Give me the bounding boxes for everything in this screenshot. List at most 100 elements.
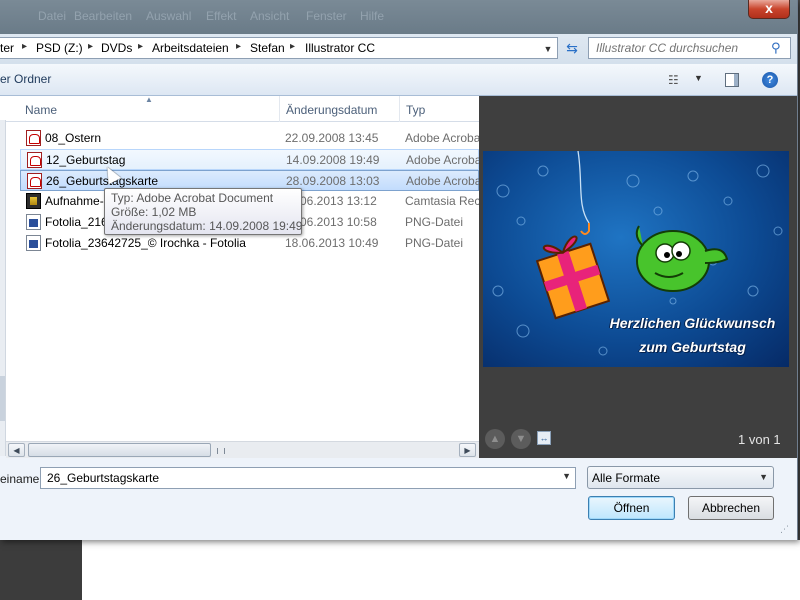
column-date[interactable]: Änderungsdatum <box>286 103 377 117</box>
close-icon: x <box>765 0 773 16</box>
file-name: Fotolia_23642725_© Irochka - Fotolia <box>45 236 246 250</box>
file-date: 14.09.2008 19:49 <box>286 153 380 167</box>
column-divider[interactable] <box>279 96 280 122</box>
tooltip-type: Typ: Adobe Acrobat Document <box>111 191 274 205</box>
png-file-icon <box>26 214 41 230</box>
dialog-footer: einame: ▼ Alle Formate ▼ Öffnen Abbreche… <box>0 458 797 540</box>
file-format-select[interactable]: Alle Formate ▼ <box>587 466 774 489</box>
scrollbar-thumb[interactable] <box>0 376 5 421</box>
breadcrumb[interactable]: ter ▸ PSD (Z:) ▸ DVDs ▸ Arbeitsdateien ▸… <box>0 37 558 59</box>
pdf-icon <box>27 152 42 168</box>
cancel-button[interactable]: Abbrechen <box>688 496 774 520</box>
file-type: PNG-Datei <box>405 236 464 250</box>
file-date: 28.09.2008 13:03 <box>286 174 380 188</box>
close-button[interactable]: x <box>748 0 790 19</box>
horizontal-scrollbar[interactable]: ◀ ▶ <box>6 441 479 458</box>
breadcrumb-item[interactable]: Illustrator CC <box>305 41 375 55</box>
filename-combobox[interactable]: ▼ <box>40 467 576 489</box>
new-folder-button[interactable]: er Ordner <box>0 72 51 86</box>
file-name: 26_Geburtstagskarte <box>46 174 159 188</box>
search-box[interactable]: ⚲ <box>588 37 791 59</box>
pdf-icon <box>26 130 41 146</box>
card-greeting-line: Herzlichen Glückwunsch <box>609 315 776 331</box>
file-date: 06.2013 13:12 <box>300 194 377 208</box>
chevron-down-icon[interactable]: ▼ <box>694 73 703 83</box>
faint-menu-item: Effekt <box>206 9 237 23</box>
breadcrumb-item[interactable]: DVDs <box>101 41 132 55</box>
previous-page-icon[interactable]: ▲ <box>485 429 505 449</box>
file-type: PNG-Datei <box>405 215 464 229</box>
view-options-icon[interactable]: ☷ <box>668 73 684 87</box>
breadcrumb-item[interactable]: Arbeitsdateien <box>152 41 229 55</box>
grip-icon <box>217 448 225 454</box>
breadcrumb-item[interactable]: ter <box>0 41 14 55</box>
file-type: Adobe Acrobat Document <box>405 131 479 145</box>
preview-pane-icon[interactable] <box>725 73 739 87</box>
file-name: Fotolia_216 <box>45 215 108 229</box>
column-divider[interactable] <box>399 96 400 122</box>
file-format-value: Alle Formate <box>592 471 661 485</box>
scroll-left-button[interactable]: ◀ <box>8 443 25 457</box>
birthday-card-preview: Herzlichen Glückwunsch zum Geburtstag <box>483 151 789 367</box>
resize-grip-icon[interactable]: ⋰ <box>780 524 792 536</box>
file-name: 08_Ostern <box>45 131 102 145</box>
card-greeting: Herzlichen Glückwunsch zum Geburtstag <box>600 311 785 359</box>
file-row[interactable]: 12_Geburtstag 14.09.2008 19:49 Adobe Acr… <box>20 149 480 170</box>
scrollbar-thumb[interactable] <box>28 443 225 457</box>
file-date: 18.06.2013 10:49 <box>285 236 379 250</box>
column-name[interactable]: Name <box>25 103 57 117</box>
filename-label: einame: <box>0 472 43 486</box>
app-tool-strip <box>0 540 82 600</box>
refresh-icon: ⇆ <box>566 40 578 56</box>
toolbar: er Ordner ☷ ▼ ? <box>0 64 797 96</box>
address-row: ter ▸ PSD (Z:) ▸ DVDs ▸ Arbeitsdateien ▸… <box>0 34 797 64</box>
file-row[interactable]: 08_Ostern 22.09.2008 13:45 Adobe Acrobat… <box>20 128 479 149</box>
video-file-icon <box>26 193 41 209</box>
chevron-right-icon[interactable]: ▸ <box>22 41 27 52</box>
chevron-right-icon[interactable]: ▸ <box>88 41 93 52</box>
chevron-down-icon[interactable]: ▼ <box>562 471 571 481</box>
app-canvas <box>82 540 800 600</box>
column-header: ▲ Name Änderungsdatum Typ <box>0 95 479 122</box>
breadcrumb-item[interactable]: PSD (Z:) <box>36 41 83 55</box>
sort-arrow-icon: ▲ <box>145 95 153 104</box>
file-date: 06.2013 10:58 <box>300 215 377 229</box>
fit-to-window-icon[interactable]: ↔ <box>537 431 551 445</box>
faint-menu-item: Fenster <box>306 9 347 23</box>
open-file-dialog: Datei Bearbeiten Auswahl Effekt Ansicht … <box>0 0 798 540</box>
file-list: ▲ Name Änderungsdatum Typ 08_Ostern 22.0… <box>0 95 480 456</box>
filename-input[interactable] <box>47 470 547 486</box>
dialog-titlebar: Datei Bearbeiten Auswahl Effekt Ansicht … <box>0 0 797 34</box>
file-row[interactable]: Fotolia_23642725_© Irochka - Fotolia 18.… <box>20 233 479 254</box>
breadcrumb-item[interactable]: Stefan <box>250 41 285 55</box>
open-button[interactable]: Öffnen <box>588 496 675 520</box>
tooltip-size: Größe: 1,02 MB <box>111 205 197 219</box>
card-greeting-line: zum Geburtstag <box>639 339 746 355</box>
faint-menu-item: Ansicht <box>250 9 290 23</box>
chevron-right-icon[interactable]: ▸ <box>138 41 143 52</box>
png-file-icon <box>26 235 41 251</box>
chevron-right-icon[interactable]: ▸ <box>236 41 241 52</box>
scroll-right-button[interactable]: ▶ <box>459 443 476 457</box>
file-type: Adobe Acrobat Document <box>406 153 480 167</box>
file-type: Camtasia Recording <box>405 194 479 208</box>
file-type: Adobe Acrobat Document <box>406 174 480 188</box>
navigation-pane-scrollbar[interactable] <box>0 120 6 456</box>
pdf-icon <box>27 173 42 189</box>
file-name: Aufnahme- <box>45 194 104 208</box>
page-counter: 1 von 1 <box>738 432 781 447</box>
chevron-right-icon[interactable]: ▸ <box>290 41 295 52</box>
search-icon[interactable]: ⚲ <box>771 40 785 56</box>
next-page-icon[interactable]: ▼ <box>511 429 531 449</box>
chevron-down-icon[interactable]: ▼ <box>540 41 556 57</box>
search-input[interactable] <box>596 40 766 56</box>
faint-menu-item: Auswahl <box>146 9 192 23</box>
file-date: 22.09.2008 13:45 <box>285 131 379 145</box>
faint-menu-item: Hilfe <box>360 9 385 23</box>
refresh-button[interactable]: ⇆ <box>560 37 584 59</box>
column-type[interactable]: Typ <box>406 103 425 117</box>
tooltip-modified: Änderungsdatum: 14.09.2008 19:49 <box>111 219 303 233</box>
help-icon[interactable]: ? <box>762 72 778 88</box>
chevron-down-icon: ▼ <box>759 472 768 482</box>
faint-menu-item: Bearbeiten <box>74 9 133 23</box>
